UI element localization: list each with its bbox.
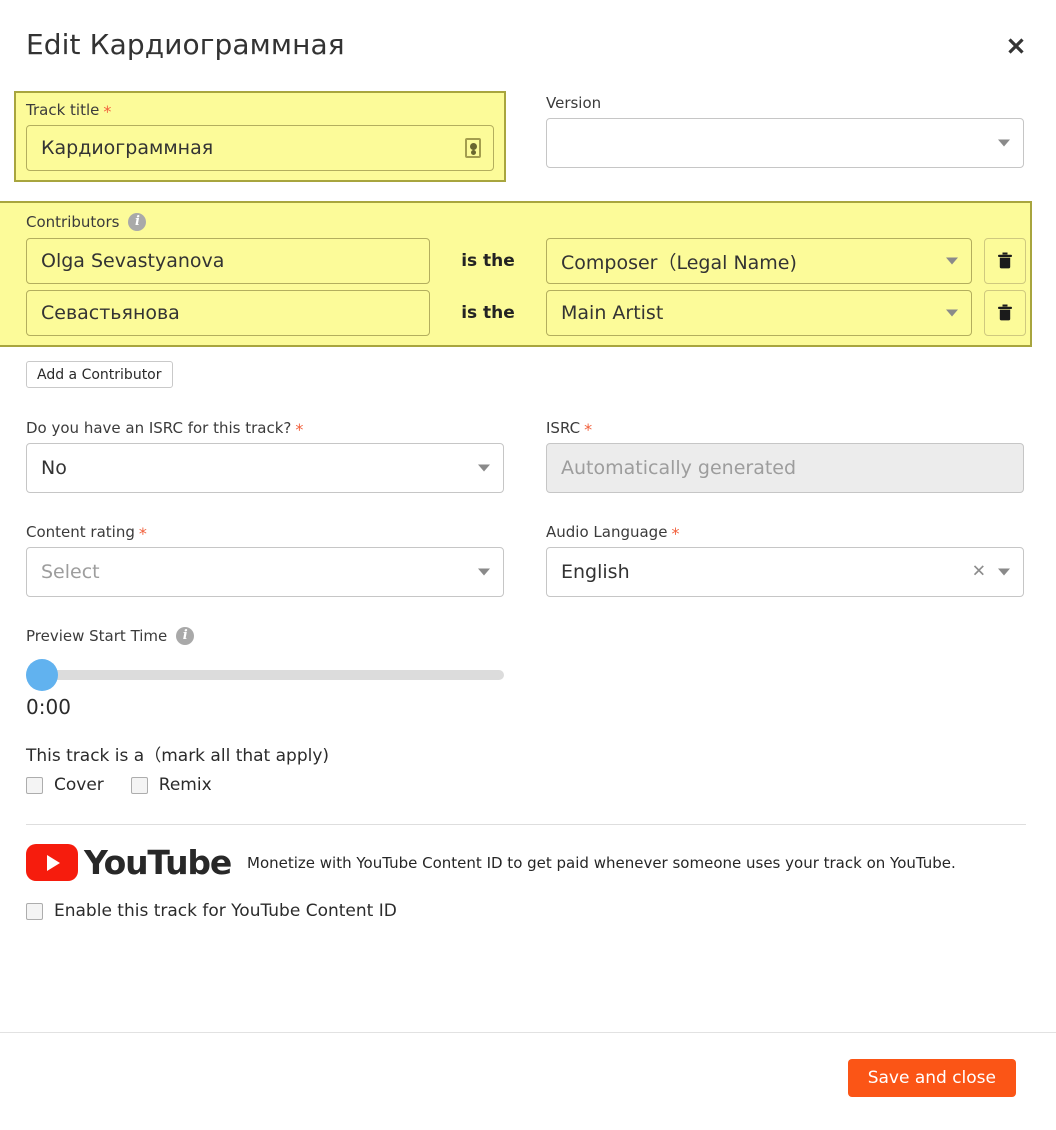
close-button[interactable]	[1003, 33, 1029, 59]
page-title: Edit Кардиограммная	[26, 28, 345, 61]
preview-start-time-value: 0:00	[26, 695, 71, 719]
audio-language-label-wrap: Audio Language *	[546, 522, 1024, 542]
checkbox-remix[interactable]	[130, 776, 148, 794]
rating-language-row: Content rating * Select Audio Language *…	[26, 522, 1030, 597]
preview-start-slider[interactable]	[26, 659, 504, 691]
content-rating-label-wrap: Content rating *	[26, 522, 504, 542]
chevron-down-icon	[478, 464, 490, 472]
contributor-row: Севастьянова is the Main Artist	[26, 290, 1030, 336]
content-rating-col: Content rating * Select	[26, 522, 504, 597]
audio-language-value: English	[561, 561, 630, 583]
info-icon[interactable]: i	[128, 213, 147, 231]
isrc-label: ISRC	[546, 419, 581, 437]
contributors-label-wrap: Contributors i	[26, 212, 1030, 232]
modal-header: Edit Кардиограммная	[0, 0, 1056, 64]
isrc-question-value: No	[41, 457, 67, 479]
modal-footer: Save and close	[0, 1032, 1056, 1130]
isrc-col: ISRC * Automatically generated	[546, 418, 1024, 493]
track-flags-label: This track is a（mark all that apply)	[26, 746, 330, 766]
track-title-highlight: Track title * Кардиограммная	[14, 91, 506, 182]
contributor-row: Olga Sevastyanova is the Composer（Legal …	[26, 238, 1030, 284]
audio-language-col: Audio Language * English ✕	[546, 522, 1024, 597]
contact-card-icon[interactable]	[465, 138, 481, 158]
track-title-value: Кардиограммная	[41, 137, 214, 159]
track-title-label-wrap: Track title *	[26, 100, 494, 120]
content-rating-label: Content rating	[26, 523, 135, 541]
section-divider	[26, 824, 1026, 825]
content-rating-placeholder: Select	[41, 561, 100, 583]
content-rating-required: *	[138, 524, 147, 543]
youtube-enable-row: Enable this track for YouTube Content ID	[26, 901, 1030, 921]
save-and-close-button[interactable]: Save and close	[847, 1059, 1016, 1097]
checkbox-cover[interactable]	[26, 776, 43, 794]
add-contributor-button[interactable]: Add a Contributor	[26, 361, 173, 388]
track-title-required: *	[103, 102, 112, 121]
chevron-down-icon	[946, 309, 958, 317]
chevron-down-icon	[478, 568, 490, 576]
clear-selection-icon[interactable]: ✕	[972, 563, 986, 581]
chevron-down-icon	[998, 139, 1010, 147]
isrc-required: *	[584, 420, 593, 439]
contributor-role-value: Main Artist	[561, 302, 664, 324]
isrc-label-wrap: ISRC *	[546, 418, 1024, 438]
chevron-down-icon	[946, 257, 958, 265]
contributor-name-input[interactable]: Севастьянова	[26, 290, 430, 336]
content-rating-select[interactable]: Select	[26, 547, 504, 597]
modal-body: Track title * Кардиограммная Version Con…	[0, 91, 1056, 921]
isrc-question-select[interactable]: No	[26, 443, 504, 493]
contributor-name-input[interactable]: Olga Sevastyanova	[26, 238, 430, 284]
youtube-description: Monetize with YouTube Content ID to get …	[247, 853, 956, 872]
title-version-row: Track title * Кардиограммная Version	[14, 91, 1030, 182]
checkbox-remix-label: Remix	[158, 775, 212, 795]
track-title-input[interactable]: Кардиограммная	[26, 125, 494, 171]
delete-contributor-button[interactable]	[984, 238, 1026, 284]
contributor-connector: is the	[461, 251, 515, 271]
audio-language-required: *	[671, 524, 680, 543]
isrc-question-label-wrap: Do you have an ISRC for this track? *	[26, 418, 504, 438]
info-icon[interactable]: i	[176, 627, 195, 645]
version-col: Version	[546, 93, 1024, 180]
isrc-placeholder: Automatically generated	[561, 457, 797, 479]
contributor-name-value: Севастьянова	[41, 302, 180, 324]
track-flags-section: This track is a（mark all that apply) Cov…	[26, 741, 1030, 795]
version-select[interactable]	[546, 118, 1024, 168]
slider-thumb[interactable]	[26, 659, 58, 691]
track-flags-options: Cover Remix	[26, 775, 1030, 795]
contributor-role-select[interactable]: Main Artist	[546, 290, 972, 336]
track-title-col: Track title * Кардиограммная	[14, 91, 506, 182]
contributor-role-select[interactable]: Composer（Legal Name)	[546, 238, 972, 284]
audio-language-label: Audio Language	[546, 523, 668, 541]
isrc-question-col: Do you have an ISRC for this track? * No	[26, 418, 504, 493]
isrc-input: Automatically generated	[546, 443, 1024, 493]
track-title-label: Track title	[26, 101, 100, 119]
youtube-section: YouTube Monetize with YouTube Content ID…	[26, 844, 1030, 881]
youtube-logo: YouTube	[26, 843, 232, 882]
preview-start-label-wrap: Preview Start Time i	[26, 626, 1030, 646]
edit-track-modal: Edit Кардиограммная Track title * Кардио…	[0, 0, 1056, 1130]
audio-language-select[interactable]: English ✕	[546, 547, 1024, 597]
contributor-role-value: Composer（Legal Name)	[561, 251, 797, 274]
checkbox-youtube-content-id[interactable]	[26, 902, 43, 920]
isrc-row: Do you have an ISRC for this track? * No…	[26, 418, 1030, 493]
close-icon	[1008, 38, 1024, 54]
contributors-highlight: Contributors i Olga Sevastyanova is the …	[0, 201, 1032, 347]
delete-contributor-button[interactable]	[984, 290, 1026, 336]
isrc-question-label: Do you have an ISRC for this track?	[26, 419, 292, 437]
youtube-wordmark: YouTube	[84, 843, 232, 882]
slider-track[interactable]	[26, 670, 504, 680]
trash-icon	[998, 304, 1012, 321]
checkbox-cover-label: Cover	[54, 775, 104, 795]
contributors-label: Contributors	[26, 213, 120, 231]
isrc-question-required: *	[295, 420, 304, 439]
play-icon	[26, 844, 78, 881]
preview-start-label: Preview Start Time	[26, 627, 168, 645]
preview-start-section: Preview Start Time i 0:00	[26, 626, 1030, 719]
contributor-connector: is the	[461, 303, 515, 323]
checkbox-youtube-content-id-label: Enable this track for YouTube Content ID	[54, 901, 397, 921]
chevron-down-icon	[998, 568, 1010, 576]
version-label-wrap: Version	[546, 93, 1024, 113]
trash-icon	[998, 252, 1012, 269]
contributor-name-value: Olga Sevastyanova	[41, 250, 225, 272]
version-label: Version	[546, 94, 602, 112]
